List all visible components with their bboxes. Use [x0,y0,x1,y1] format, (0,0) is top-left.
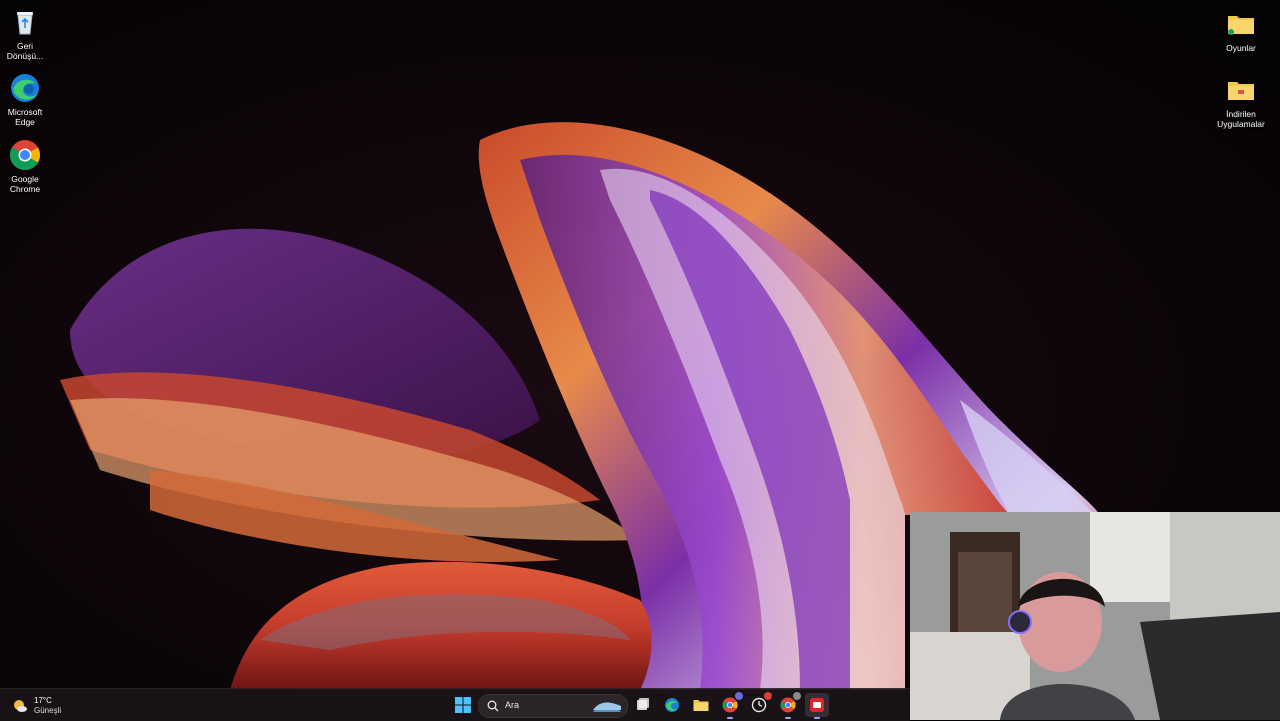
red-app-icon [810,698,824,712]
active-indicator [727,717,733,719]
folder-icon [693,700,709,711]
edge-icon [665,698,679,712]
desktop-icon-label: Geri Dönüşü... [6,41,44,61]
webcam-overlay [910,512,1280,720]
search-icon [487,700,499,712]
taskbar-clock-app-button[interactable] [747,692,772,717]
taskbar-chrome-second-button[interactable] [776,692,801,719]
taskbar-chrome-button[interactable] [718,692,743,719]
clock-icon [751,697,767,713]
edge-icon [11,74,39,102]
desktop-icon-label: Microsoft Edge [7,107,43,127]
desktop-icon-microsoft-edge[interactable]: Microsoft Edge [0,72,50,127]
desktop-icon-google-chrome[interactable]: Google Chrome [0,139,50,194]
desktop-icon-label: Google Chrome [9,174,41,194]
taskbar-recording-app-button[interactable] [805,693,829,719]
search-placeholder: Ara [505,700,520,710]
chrome-icon [780,697,796,713]
taskbar: 17°C Güneşli Ara [0,688,910,721]
desktop-icon-label: İndirilen Uygulamalar [1217,109,1265,129]
folder-icon [1228,82,1254,100]
profile-badge [793,692,801,700]
search-highlight-icon [593,702,621,712]
chrome-icon [9,140,41,170]
task-view-button[interactable] [631,693,655,717]
profile-badge [735,692,743,700]
chrome-icon [722,697,738,713]
desktop-icon-indirilen-uygulamalar[interactable]: İndirilen Uygulamalar [1216,74,1266,129]
weather-temperature: 17°C [34,696,52,705]
task-view-icon [637,698,649,710]
active-indicator [814,717,820,719]
recycle-bin-icon [17,12,33,35]
active-indicator [785,717,791,719]
webcam-feed [910,512,1280,720]
taskbar-search[interactable]: Ara [478,694,628,718]
taskbar-file-explorer-button[interactable] [689,693,713,717]
start-button[interactable] [451,693,475,717]
desktop-icon-oyunlar[interactable]: Oyunlar [1216,8,1266,53]
weather-widget[interactable]: 17°C Güneşli [10,694,80,716]
sun-cloud-icon [14,700,27,712]
desktop-icon-label: Oyunlar [1226,43,1256,53]
folder-icon [1228,16,1254,35]
notification-badge [764,692,772,700]
desktop-icon-recycle-bin[interactable]: Geri Dönüşü... [0,6,50,61]
weather-condition: Güneşli [34,706,62,715]
windows-icon [455,697,471,713]
taskbar-edge-button[interactable] [660,693,684,717]
